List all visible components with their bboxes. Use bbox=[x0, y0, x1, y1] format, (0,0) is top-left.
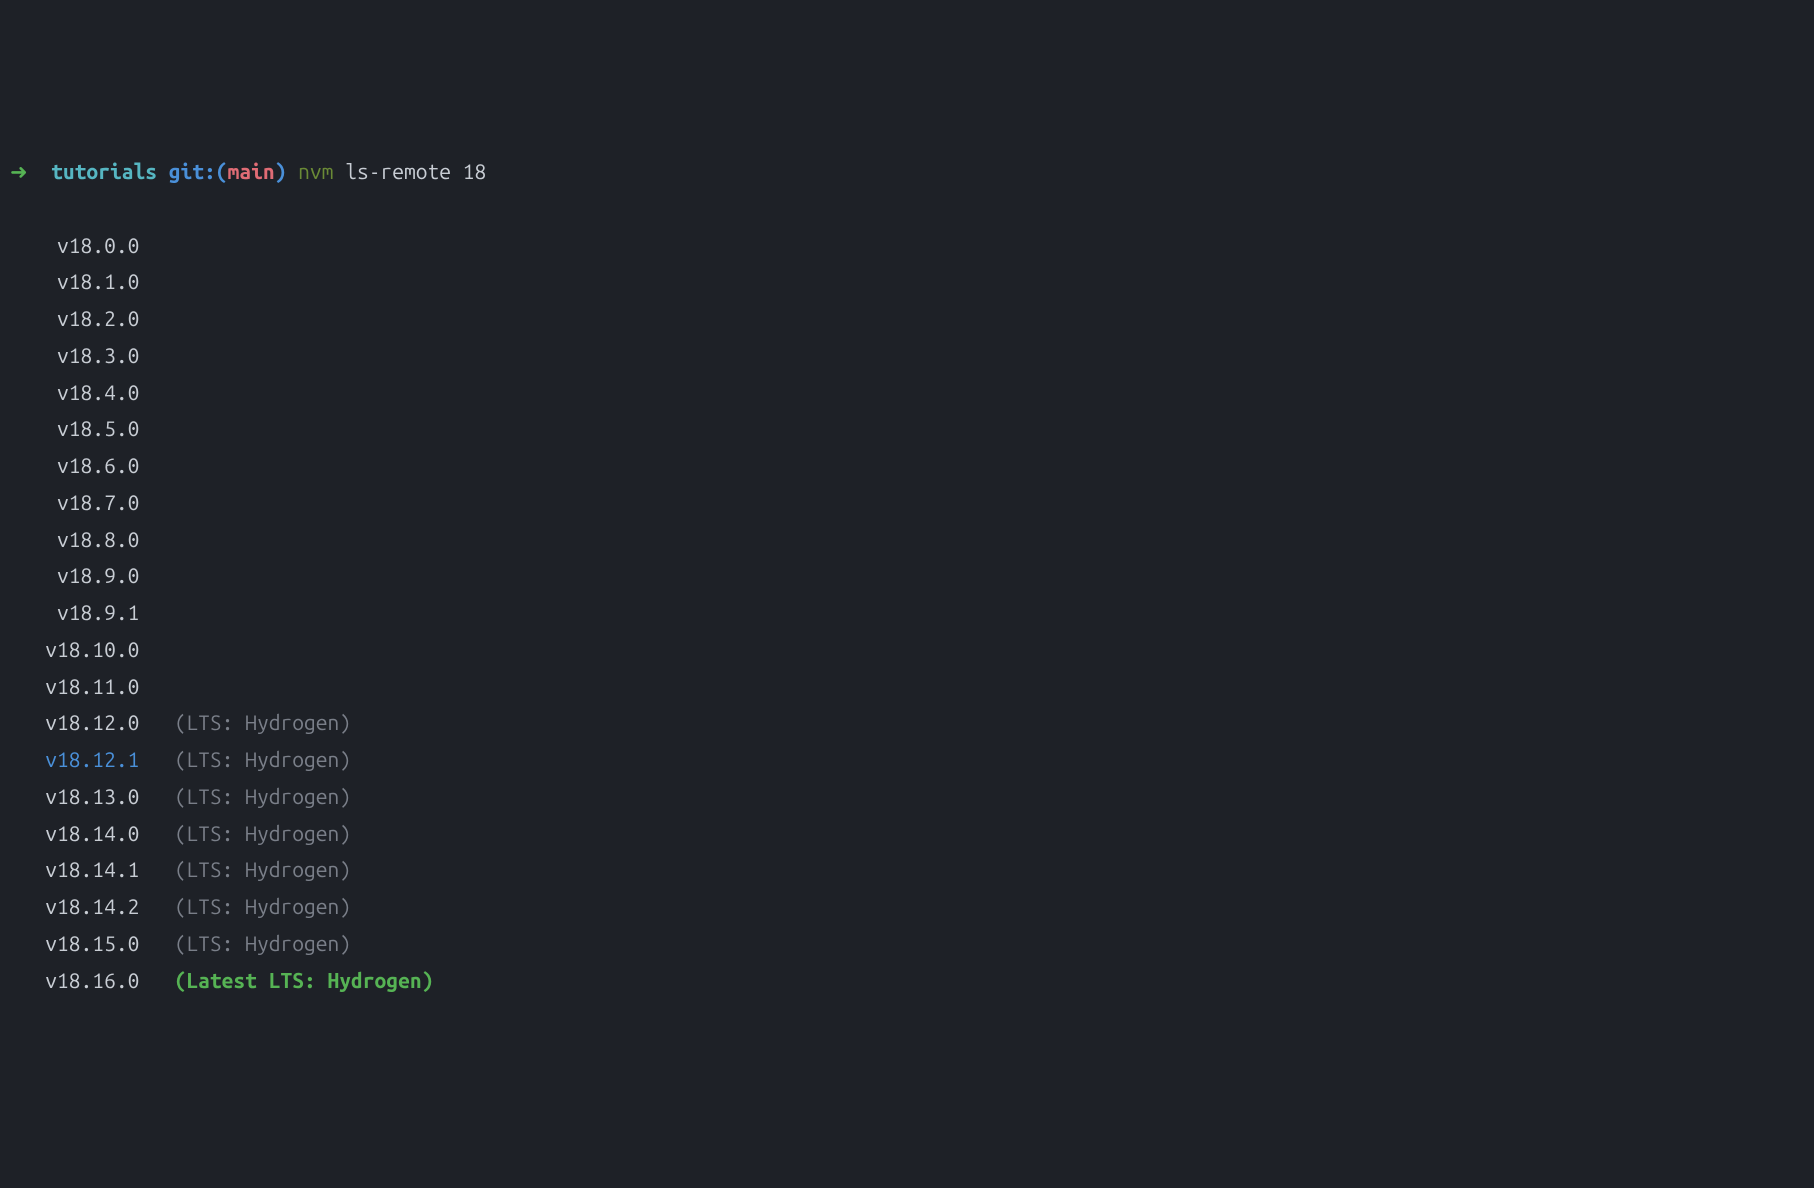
lts-label: (LTS: Hydrogen) bbox=[175, 778, 351, 815]
version-line: v18.10.0 bbox=[10, 631, 1804, 668]
command: nvm bbox=[298, 159, 333, 183]
git-suffix: ) bbox=[275, 159, 287, 183]
version-number: v18.16.0 bbox=[10, 962, 139, 999]
version-line: v18.6.0 bbox=[10, 447, 1804, 484]
arrow-icon: ➜ bbox=[10, 159, 28, 183]
version-number: v18.11.0 bbox=[10, 668, 139, 705]
version-number: v18.10.0 bbox=[10, 631, 139, 668]
version-line: v18.3.0 bbox=[10, 337, 1804, 374]
version-number: v18.12.0 bbox=[10, 704, 139, 741]
version-number: v18.6.0 bbox=[10, 447, 139, 484]
version-line: v18.1.0 bbox=[10, 263, 1804, 300]
version-number: v18.5.0 bbox=[10, 410, 139, 447]
lts-label: (LTS: Hydrogen) bbox=[175, 888, 351, 925]
version-number: v18.14.1 bbox=[10, 851, 139, 888]
version-number: v18.8.0 bbox=[10, 521, 139, 558]
version-number: v18.15.0 bbox=[10, 925, 139, 962]
version-number: v18.14.0 bbox=[10, 815, 139, 852]
git-prefix: git:( bbox=[169, 159, 228, 183]
version-line: v18.5.0 bbox=[10, 410, 1804, 447]
version-line: v18.14.1 (LTS: Hydrogen) bbox=[10, 851, 1804, 888]
version-line: v18.9.0 bbox=[10, 557, 1804, 594]
lts-latest-label: (Latest LTS: Hydrogen) bbox=[175, 962, 434, 999]
prompt-directory: tutorials bbox=[51, 159, 157, 183]
version-number: v18.7.0 bbox=[10, 484, 139, 521]
version-number: v18.0.0 bbox=[10, 227, 139, 264]
version-line: v18.12.1 (LTS: Hydrogen) bbox=[10, 741, 1804, 778]
version-line: v18.2.0 bbox=[10, 300, 1804, 337]
version-number: v18.9.1 bbox=[10, 594, 139, 631]
lts-label: (LTS: Hydrogen) bbox=[175, 815, 351, 852]
version-line: v18.16.0 (Latest LTS: Hydrogen) bbox=[10, 962, 1804, 999]
version-number: v18.12.1 bbox=[10, 741, 139, 778]
command-output: v18.0.0v18.1.0v18.2.0v18.3.0v18.4.0v18.5… bbox=[10, 227, 1804, 999]
lts-label: (LTS: Hydrogen) bbox=[175, 704, 351, 741]
version-line: v18.11.0 bbox=[10, 668, 1804, 705]
lts-label: (LTS: Hydrogen) bbox=[175, 925, 351, 962]
lts-label: (LTS: Hydrogen) bbox=[175, 741, 351, 778]
version-number: v18.9.0 bbox=[10, 557, 139, 594]
lts-label: (LTS: Hydrogen) bbox=[175, 851, 351, 888]
version-number: v18.14.2 bbox=[10, 888, 139, 925]
version-line: v18.9.1 bbox=[10, 594, 1804, 631]
prompt-line[interactable]: ➜ tutorials git:(main) nvm ls-remote 18 bbox=[10, 153, 1804, 190]
version-line: v18.13.0 (LTS: Hydrogen) bbox=[10, 778, 1804, 815]
version-number: v18.3.0 bbox=[10, 337, 139, 374]
version-number: v18.1.0 bbox=[10, 263, 139, 300]
version-number: v18.13.0 bbox=[10, 778, 139, 815]
version-line: v18.15.0 (LTS: Hydrogen) bbox=[10, 925, 1804, 962]
version-line: v18.14.2 (LTS: Hydrogen) bbox=[10, 888, 1804, 925]
version-line: v18.4.0 bbox=[10, 374, 1804, 411]
version-line: v18.12.0 (LTS: Hydrogen) bbox=[10, 704, 1804, 741]
version-line: v18.8.0 bbox=[10, 521, 1804, 558]
version-number: v18.2.0 bbox=[10, 300, 139, 337]
version-number: v18.4.0 bbox=[10, 374, 139, 411]
git-branch: main bbox=[228, 159, 275, 183]
version-line: v18.0.0 bbox=[10, 227, 1804, 264]
command-args: ls-remote 18 bbox=[345, 159, 486, 183]
version-line: v18.7.0 bbox=[10, 484, 1804, 521]
version-line: v18.14.0 (LTS: Hydrogen) bbox=[10, 815, 1804, 852]
